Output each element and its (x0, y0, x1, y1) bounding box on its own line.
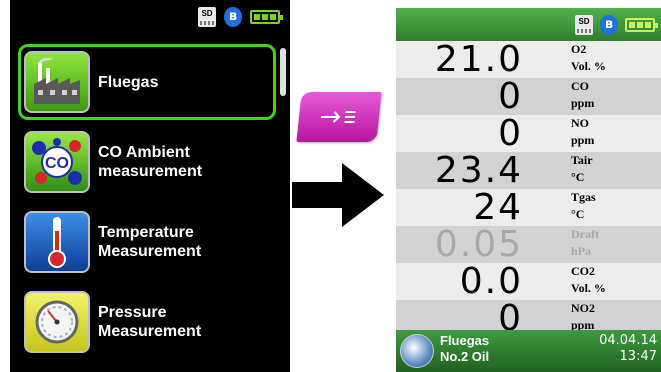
pressure-gauge-icon (24, 291, 90, 353)
status-bar: SD ʙ (396, 8, 661, 41)
scrollbar-thumb[interactable] (280, 48, 286, 96)
thermometer-icon (24, 211, 90, 273)
bluetooth-icon: ʙ (600, 15, 618, 35)
bluetooth-icon: ʙ (224, 7, 242, 27)
scrollbar[interactable] (280, 48, 286, 370)
measurement-unit: Vol. % (571, 59, 606, 73)
measurement-unit: ppm (571, 133, 595, 147)
menu-item-co-ambient[interactable]: CO CO Ambient measurement (18, 124, 276, 200)
sd-card-label: SD (578, 17, 590, 26)
datetime: 04.04.14 13:47 (599, 333, 657, 365)
measurement-unit: °C (571, 207, 585, 221)
measurement-row-tair: 23.4 Tair °C (396, 152, 661, 189)
measurement-value: 0 (498, 76, 523, 117)
measurement-unit: hPa (571, 244, 592, 258)
measurement-unit: Vol. % (571, 281, 606, 295)
date-label: 04.04.14 (599, 333, 657, 348)
measurement-name: CO (571, 79, 589, 93)
measurement-list: 21.0 O2 Vol. % 0 CO ppm 0 NO ppm 23.4 Ta… (396, 41, 661, 337)
measurement-unit: °C (571, 170, 585, 184)
measurement-name: CO2 (571, 264, 595, 278)
sd-card-icon: SD (575, 15, 593, 35)
menu-item-label: Temperature Measurement (98, 224, 202, 260)
status-bar: SD ʙ (198, 6, 283, 28)
measurement-unit: ppm (571, 96, 595, 110)
measurement-row-o2: 21.0 O2 Vol. % (396, 41, 661, 78)
battery-icon (250, 10, 283, 24)
menu-item-label: CO Ambient measurement (98, 144, 203, 180)
measurement-value: 24 (473, 187, 523, 228)
measurement-value: 0.05 (434, 224, 523, 265)
enter-list-icon (320, 111, 356, 123)
measurement-name: NO (571, 116, 589, 130)
measurement-name: NO2 (571, 301, 595, 315)
measurement-row-co2: 0.0 CO2 Vol. % (396, 263, 661, 300)
time-label: 13:47 (619, 349, 657, 364)
enter-key-button[interactable] (296, 92, 382, 142)
menu-item-label: Fluegas (98, 73, 159, 91)
measurement-value: 0 (498, 113, 523, 154)
measurement-value: 21.0 (434, 39, 523, 80)
battery-icon (625, 17, 658, 32)
transition-arrow-icon (292, 163, 384, 227)
menu-item-label: Pressure Measurement (98, 304, 202, 340)
measurement-name: Tair (571, 153, 593, 167)
mode-label: Fluegas (440, 333, 490, 348)
mode-info: Fluegas No.2 Oil (440, 333, 489, 365)
menu-list: Fluegas CO CO Ambient measurement Temper… (18, 44, 276, 364)
measurement-name: Draft (571, 227, 599, 241)
measurement-row-draft: 0.05 Draft hPa (396, 226, 661, 263)
menu-item-pressure[interactable]: Pressure Measurement (18, 284, 276, 360)
measurement-value: 0.0 (459, 261, 523, 302)
measurement-row-tgas: 24 Tgas °C (396, 189, 661, 226)
measurement-name: Tgas (571, 190, 596, 204)
sd-card-label: SD (201, 9, 213, 18)
menu-screen: SD ʙ Fluegas CO CO Ambient measurement T… (10, 0, 290, 372)
sd-card-icon: SD (198, 7, 216, 27)
measurement-row-no: 0 NO ppm (396, 115, 661, 152)
menu-item-fluegas[interactable]: Fluegas (18, 44, 276, 120)
menu-item-temperature[interactable]: Temperature Measurement (18, 204, 276, 280)
fuel-label: No.2 Oil (440, 349, 490, 364)
bottom-status-bar: Fluegas No.2 Oil 04.04.14 13:47 (396, 330, 661, 372)
co-molecule-icon: CO (24, 131, 90, 193)
measurement-value: 23.4 (434, 150, 523, 191)
measurement-row-co: 0 CO ppm (396, 78, 661, 115)
fluegas-mode-icon (400, 334, 434, 368)
measurement-name: O2 (571, 42, 587, 56)
svg-text:CO: CO (45, 155, 69, 172)
factory-icon (24, 51, 90, 113)
measurement-screen: SD ʙ 21.0 O2 Vol. % 0 CO ppm 0 NO ppm 23… (396, 8, 661, 372)
